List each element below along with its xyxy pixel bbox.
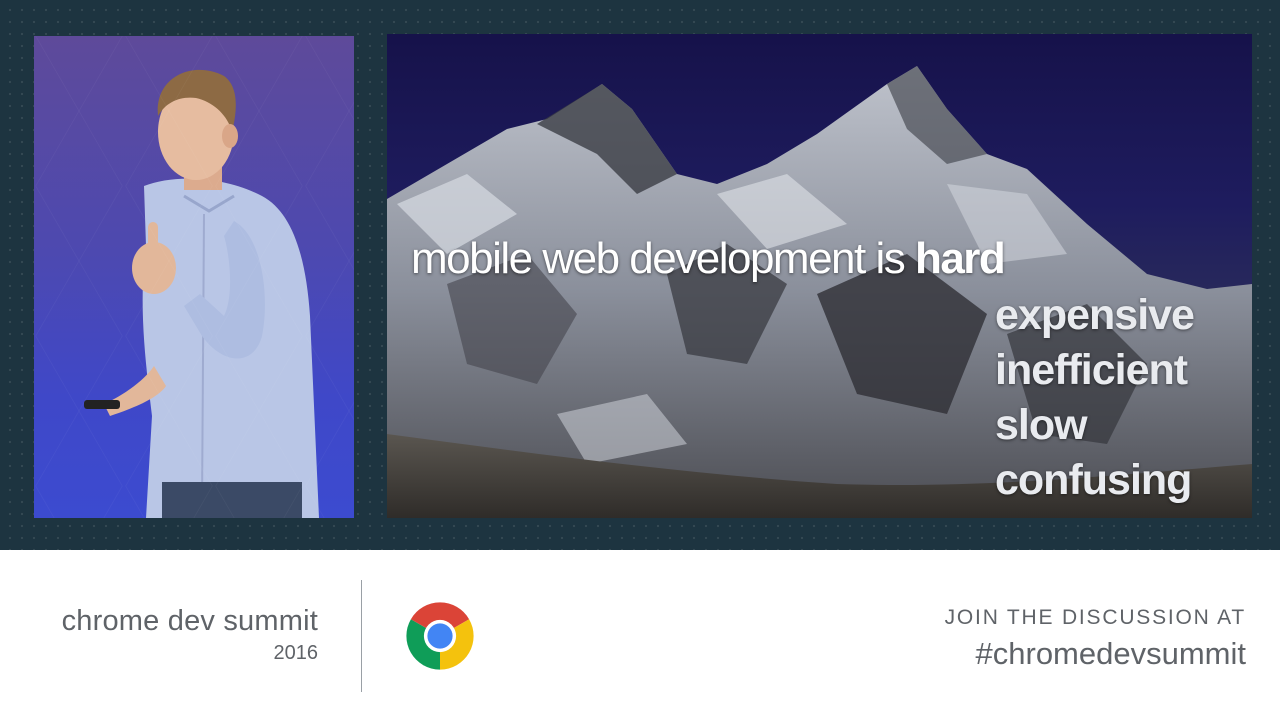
speaker-camera-feed bbox=[34, 36, 354, 518]
adjective-list: expensive inefficient slow confusing bbox=[995, 288, 1195, 508]
footer-divider bbox=[361, 580, 362, 692]
chrome-logo-icon bbox=[406, 602, 474, 670]
hashtag: #chromedevsummit bbox=[975, 636, 1246, 671]
adjective-item: inefficient bbox=[995, 346, 1188, 394]
discussion-callout: JOIN THE DISCUSSION AT #chromedevsummit bbox=[945, 606, 1246, 672]
video-frame: mobile web development is hard expensive… bbox=[0, 0, 1280, 550]
adjective-item: confusing bbox=[995, 456, 1192, 504]
adjective-item: slow bbox=[995, 401, 1088, 449]
slide-headline: mobile web development is hard bbox=[411, 234, 1231, 284]
adjective-item: expensive bbox=[995, 291, 1195, 339]
event-footer-banner: chrome dev summit 2016 JOIN THE DISCUSSI… bbox=[0, 550, 1280, 720]
event-name: chrome dev summit bbox=[61, 605, 318, 637]
headline-emphasis: hard bbox=[914, 234, 1006, 283]
headline-prefix: mobile web development is bbox=[411, 234, 915, 283]
stage-backdrop-pattern bbox=[34, 36, 354, 518]
event-brand: chrome dev summit 2016 bbox=[62, 605, 318, 665]
event-year: 2016 bbox=[273, 642, 319, 664]
presentation-slide: mobile web development is hard expensive… bbox=[387, 34, 1252, 518]
discussion-cta: JOIN THE DISCUSSION AT bbox=[944, 606, 1246, 629]
